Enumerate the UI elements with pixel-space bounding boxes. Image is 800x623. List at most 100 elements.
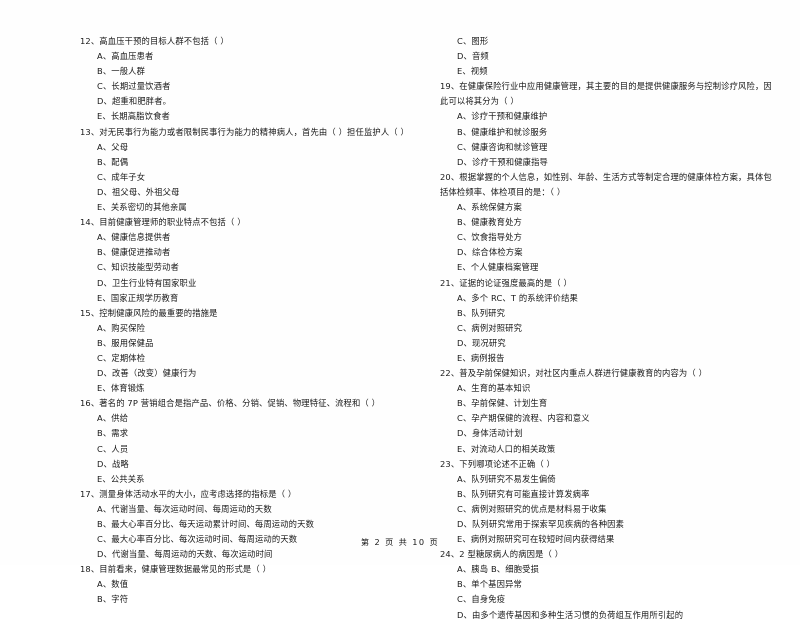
option-item[interactable]: D、超重和肥胖者。 [80, 94, 420, 109]
question-stem: 21、证据的论证强度最高的是（ ） [440, 277, 572, 288]
option-item[interactable]: B、队列研究 [440, 306, 780, 321]
option-item[interactable]: B、字符 [80, 592, 420, 607]
option-item[interactable]: E、长期高脂饮食者 [80, 109, 420, 124]
option-item[interactable]: B、最大心率百分比、每天运动累计时间、每周运动的天数 [80, 517, 420, 532]
option-item[interactable]: E、国家正规学历教育 [80, 291, 420, 306]
option-item[interactable]: C、自身免疫 [440, 592, 780, 607]
option-item[interactable]: D、现况研究 [440, 336, 780, 351]
question-stem: 24、2 型糖尿病人的病因是（ ） [440, 549, 564, 560]
question-stem: 19、在健康保险行业中应用健康管理，其主要的目的是提供健康服务与控制诊疗风险，因… [440, 81, 772, 107]
option-list: A、高血压患者 B、一般人群 C、长期过量饮酒者 D、超重和肥胖者。 E、长期高… [80, 49, 420, 124]
question-stem: 15、控制健康风险的最重要的措施是 [80, 307, 218, 318]
option-item[interactable]: E、病例报告 [440, 351, 780, 366]
option-item[interactable]: A、数值 [80, 577, 420, 592]
option-item[interactable]: D、卫生行业特有国家职业 [80, 276, 420, 291]
option-item[interactable]: A、多个 RC、T 的系统评价结果 [440, 291, 780, 306]
question-block: 16、著名的 7P 营销组合是指产品、价格、分销、促销、物理特征、流程和（ ） … [80, 396, 420, 487]
option-item[interactable]: B、健康维护和就诊服务 [440, 125, 780, 140]
option-item[interactable]: E、视频 [440, 64, 780, 79]
question-stem: 17、测量身体活动水平的大小，应考虑选择的指标是（ ） [80, 488, 297, 499]
option-item[interactable]: D、改善（改变）健康行为 [80, 366, 420, 381]
question-block: 14、目前健康管理师的职业特点不包括（ ） A、健康信息提供者 B、健康促进推动… [80, 215, 420, 306]
question-block: 13、对无民事行为能力或者限制民事行为能力的精神病人，首先由（ ）担任监护人（ … [80, 125, 420, 216]
option-item[interactable]: B、孕前保健、计划生育 [440, 396, 780, 411]
question-block: 17、测量身体活动水平的大小，应考虑选择的指标是（ ） A、代谢当量、每次运动时… [80, 487, 420, 562]
option-item[interactable]: A、高血压患者 [80, 49, 420, 64]
question-block: 21、证据的论证强度最高的是（ ） A、多个 RC、T 的系统评价结果 B、队列… [440, 276, 780, 367]
option-item[interactable]: B、单个基因异常 [440, 577, 780, 592]
option-item[interactable]: A、系统保健方案 [440, 200, 780, 215]
question-block: 20、根据掌握的个人信息，如性别、年龄、生活方式等制定合理的健康体检方案，具体包… [440, 170, 780, 276]
right-question-column: C、图形 D、音频 E、视频 19、在健康保险行业中应用健康管理，其主要的目的是… [440, 34, 780, 623]
option-item[interactable]: B、健康促进推动者 [80, 245, 420, 260]
option-item[interactable]: E、体育锻炼 [80, 381, 420, 396]
option-item[interactable]: C、长期过量饮酒者 [80, 79, 420, 94]
option-item[interactable]: C、健康咨询和就诊管理 [440, 140, 780, 155]
option-item[interactable]: C、病例对照研究 [440, 321, 780, 336]
option-item[interactable]: D、综合体检方案 [440, 245, 780, 260]
option-item[interactable]: C、病例对照研究的优点是材料易于收集 [440, 502, 780, 517]
option-item[interactable]: E、关系密切的其他亲属 [80, 200, 420, 215]
option-item[interactable]: D、队列研究常用于探索罕见疾病的各种因素 [440, 517, 780, 532]
option-item[interactable]: C、人员 [80, 442, 420, 457]
option-list: A、父母 B、配偶 C、成年子女 D、祖父母、外祖父母 E、关系密切的其他亲属 [80, 140, 420, 215]
option-item[interactable]: D、祖父母、外祖父母 [80, 185, 420, 200]
option-list: A、健康信息提供者 B、健康促进推动者 C、知识技能型劳动者 D、卫生行业特有国… [80, 230, 420, 305]
question-stem: 20、根据掌握的个人信息，如性别、年龄、生活方式等制定合理的健康体检方案，具体包… [440, 171, 772, 197]
option-item[interactable]: C、图形 [440, 34, 780, 49]
option-item[interactable]: A、诊疗干预和健康维护 [440, 109, 780, 124]
option-item[interactable]: A、生育的基本知识 [440, 381, 780, 396]
question-block: 12、高血压干预的目标人群不包括（ ） A、高血压患者 B、一般人群 C、长期过… [80, 34, 420, 125]
option-list: C、图形 D、音频 E、视频 [440, 34, 780, 79]
option-list: A、系统保健方案 B、健康教育处方 C、饮食指导处方 D、综合体检方案 E、个人… [440, 200, 780, 275]
option-item[interactable]: A、队列研究不易发生偏倚 [440, 472, 780, 487]
option-list: A、胰岛 B、细胞受损 B、单个基因异常 C、自身免疫 D、由多个遗传基因和多种… [440, 562, 780, 622]
question-stem: 23、下列哪项论述不正确（ ） [440, 458, 556, 469]
option-list: A、购买保险 B、服用保健品 C、定期体检 D、改善（改变）健康行为 E、体育锻… [80, 321, 420, 396]
option-list: A、数值 B、字符 [80, 577, 420, 607]
option-item[interactable]: C、知识技能型劳动者 [80, 260, 420, 275]
question-stem: 14、目前健康管理师的职业特点不包括（ ） [80, 217, 246, 228]
option-item[interactable]: E、公共关系 [80, 472, 420, 487]
question-block: 19、在健康保险行业中应用健康管理，其主要的目的是提供健康服务与控制诊疗风险，因… [440, 79, 780, 170]
option-item[interactable]: A、健康信息提供者 [80, 230, 420, 245]
option-list: A、代谢当量、每次运动时间、每周运动的天数 B、最大心率百分比、每天运动累计时间… [80, 502, 420, 562]
option-item[interactable]: D、代谢当量、每周运动的天数、每次运动时间 [80, 547, 420, 562]
option-item[interactable]: D、身体活动计划 [440, 426, 780, 441]
option-item[interactable]: A、父母 [80, 140, 420, 155]
option-item[interactable]: D、诊疗干预和健康指导 [440, 155, 780, 170]
question-stem: 13、对无民事行为能力或者限制民事行为能力的精神病人，首先由（ ）担任监护人（ … [80, 126, 409, 137]
question-block: 22、普及孕前保健知识，对社区内重点人群进行健康教育的内容为（ ） A、生育的基… [440, 366, 780, 457]
option-list: A、诊疗干预和健康维护 B、健康维护和就诊服务 C、健康咨询和就诊管理 D、诊疗… [440, 109, 780, 169]
page-footer: 第 2 页 共 10 页 [0, 536, 800, 548]
option-list: A、生育的基本知识 B、孕前保健、计划生育 C、孕产期保健的流程、内容和意义 D… [440, 381, 780, 456]
left-question-column: 12、高血压干预的目标人群不包括（ ） A、高血压患者 B、一般人群 C、长期过… [80, 34, 420, 608]
option-item[interactable]: A、供给 [80, 411, 420, 426]
option-item[interactable]: E、对流动人口的相关政策 [440, 442, 780, 457]
option-item[interactable]: E、个人健康档案管理 [440, 260, 780, 275]
question-block: 24、2 型糖尿病人的病因是（ ） A、胰岛 B、细胞受损 B、单个基因异常 C… [440, 547, 780, 622]
option-item[interactable]: A、购买保险 [80, 321, 420, 336]
option-item[interactable]: D、战略 [80, 457, 420, 472]
option-item[interactable]: D、由多个遗传基因和多种生活习惯的负荷组互作用所引起的 [440, 608, 780, 623]
option-item[interactable]: B、队列研究有可能直接计算发病率 [440, 487, 780, 502]
question-block: 18、目前看来，健康管理数据最常见的形式是（ ） A、数值 B、字符 [80, 562, 420, 607]
option-item[interactable]: D、音频 [440, 49, 780, 64]
option-item[interactable]: B、健康教育处方 [440, 215, 780, 230]
option-item[interactable]: B、一般人群 [80, 64, 420, 79]
option-item[interactable]: A、代谢当量、每次运动时间、每周运动的天数 [80, 502, 420, 517]
option-list: A、多个 RC、T 的系统评价结果 B、队列研究 C、病例对照研究 D、现况研究… [440, 291, 780, 366]
option-item[interactable]: C、孕产期保健的流程、内容和意义 [440, 411, 780, 426]
option-item[interactable]: B、配偶 [80, 155, 420, 170]
page-footer-text: 第 2 页 共 10 页 [360, 537, 440, 547]
question-block-continuation: C、图形 D、音频 E、视频 [440, 34, 780, 79]
question-stem: 22、普及孕前保健知识，对社区内重点人群进行健康教育的内容为（ ） [440, 368, 708, 379]
option-item[interactable]: C、定期体检 [80, 351, 420, 366]
exam-paper-page: 12、高血压干预的目标人群不包括（ ） A、高血压患者 B、一般人群 C、长期过… [0, 0, 800, 620]
option-list: A、供给 B、需求 C、人员 D、战略 E、公共关系 [80, 411, 420, 486]
question-stem: 12、高血压干预的目标人群不包括（ ） [80, 36, 229, 46]
option-item[interactable]: B、服用保健品 [80, 336, 420, 351]
option-item[interactable]: C、饮食指导处方 [440, 230, 780, 245]
option-item[interactable]: B、需求 [80, 426, 420, 441]
option-item[interactable]: C、成年子女 [80, 170, 420, 185]
